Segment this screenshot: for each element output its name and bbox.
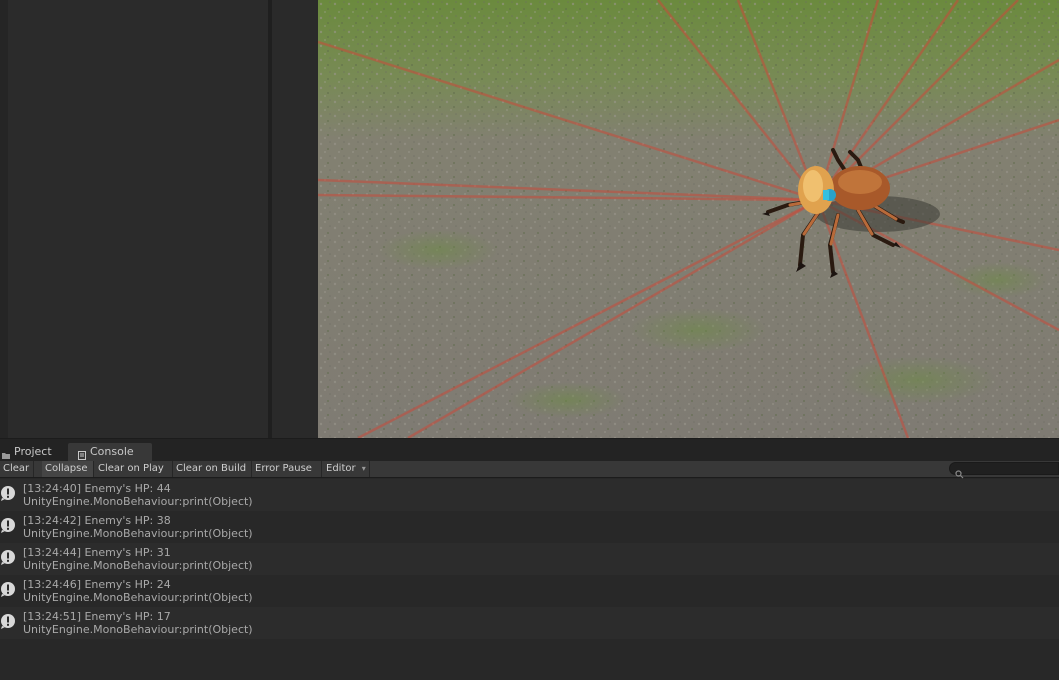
search-input[interactable]	[949, 462, 1059, 479]
left-panel-edge	[0, 0, 8, 438]
log-stacktrace: UnityEngine.MonoBehaviour:print(Object)	[23, 591, 253, 604]
clear-on-build-toggle[interactable]: Clear on Build	[173, 461, 252, 477]
collapse-toggle[interactable]: Collapse	[42, 461, 94, 477]
left-panel	[0, 0, 268, 438]
unity-editor: Project Console Clear Collapse Clear on …	[0, 0, 1059, 680]
log-entry[interactable]: [13:24:51] Enemy's HP: 17 UnityEngine.Mo…	[0, 607, 1059, 639]
scene-render	[318, 0, 1059, 438]
console-log-list: [13:24:40] Enemy's HP: 44 UnityEngine.Mo…	[0, 479, 1059, 639]
tab-console-label: Console	[90, 445, 134, 458]
log-entry[interactable]: [13:24:44] Enemy's HP: 31 UnityEngine.Mo…	[0, 543, 1059, 575]
clear-on-play-toggle[interactable]: Clear on Play	[95, 461, 173, 477]
info-message-icon	[0, 517, 16, 533]
log-entry[interactable]: [13:24:40] Enemy's HP: 44 UnityEngine.Mo…	[0, 479, 1059, 511]
clear-button[interactable]: Clear	[0, 461, 34, 477]
info-message-icon	[0, 549, 16, 565]
editor-dropdown[interactable]: Editor ▾	[323, 461, 370, 477]
chevron-down-icon: ▾	[361, 464, 366, 473]
scene-view[interactable]	[318, 0, 1059, 438]
console-toolbar: Clear Collapse Clear on Play Clear on Bu…	[0, 461, 1059, 479]
log-message: [13:24:44] Enemy's HP: 31	[23, 546, 171, 559]
log-stacktrace: UnityEngine.MonoBehaviour:print(Object)	[23, 527, 253, 540]
panel-tabs: Project Console	[0, 439, 1059, 461]
bottom-panel: Project Console Clear Collapse Clear on …	[0, 438, 1059, 680]
log-entry[interactable]: [13:24:46] Enemy's HP: 24 UnityEngine.Mo…	[0, 575, 1059, 607]
log-message: [13:24:46] Enemy's HP: 24	[23, 578, 171, 591]
info-message-icon	[0, 485, 16, 501]
search-icon	[955, 464, 964, 479]
info-message-icon	[0, 581, 16, 597]
log-stacktrace: UnityEngine.MonoBehaviour:print(Object)	[23, 623, 253, 636]
log-message: [13:24:40] Enemy's HP: 44	[23, 482, 171, 495]
tab-console[interactable]: Console	[68, 443, 152, 461]
log-stacktrace: UnityEngine.MonoBehaviour:print(Object)	[23, 559, 253, 572]
tab-project[interactable]: Project	[0, 443, 66, 461]
tab-project-label: Project	[14, 445, 52, 458]
log-entry[interactable]: [13:24:42] Enemy's HP: 38 UnityEngine.Mo…	[0, 511, 1059, 543]
error-pause-toggle[interactable]: Error Pause	[252, 461, 322, 477]
log-stacktrace: UnityEngine.MonoBehaviour:print(Object)	[23, 495, 253, 508]
folder-icon	[2, 448, 10, 459]
scene-gutter	[272, 0, 318, 438]
info-message-icon	[0, 613, 16, 629]
editor-dropdown-label: Editor	[326, 463, 356, 474]
log-message: [13:24:51] Enemy's HP: 17	[23, 610, 171, 623]
console-icon	[78, 448, 86, 460]
log-message: [13:24:42] Enemy's HP: 38	[23, 514, 171, 527]
